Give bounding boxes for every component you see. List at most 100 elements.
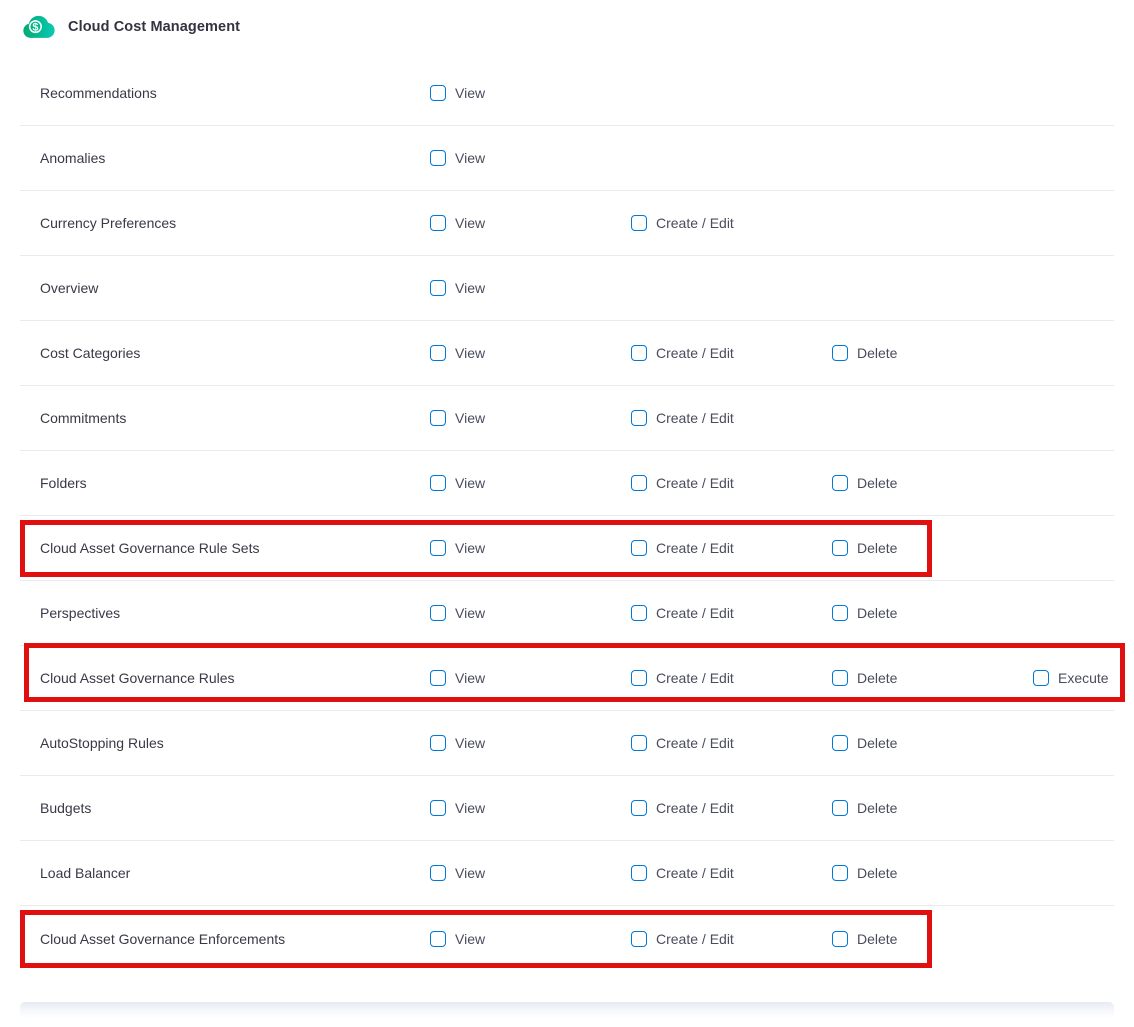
permission-cell: View: [430, 931, 631, 947]
execute-checkbox[interactable]: [1033, 670, 1049, 686]
permission-cell: Create / Edit: [631, 735, 832, 751]
permission-label: View: [455, 85, 485, 101]
permission-label: Delete: [857, 865, 897, 881]
permission-cell: View: [430, 670, 631, 686]
permission-row: Cloud Asset Governance Rules ViewCreate …: [20, 646, 1114, 711]
create-edit-checkbox[interactable]: [631, 800, 647, 816]
view-checkbox[interactable]: [430, 345, 446, 361]
create-edit-checkbox[interactable]: [631, 735, 647, 751]
permission-cell: Execute: [1033, 670, 1134, 686]
delete-checkbox[interactable]: [832, 540, 848, 556]
permission-label: Create / Edit: [656, 735, 734, 751]
resource-label-load-balancer: Load Balancer: [20, 865, 430, 881]
permission-cell: Delete: [832, 800, 1033, 816]
permission-label: Create / Edit: [656, 865, 734, 881]
permission-label: Delete: [857, 475, 897, 491]
permissions-table: Recommendations View Anomalies View Curr…: [20, 61, 1114, 971]
permission-label: Delete: [857, 605, 897, 621]
view-checkbox[interactable]: [430, 931, 446, 947]
view-checkbox[interactable]: [430, 85, 446, 101]
permission-label: Create / Edit: [656, 410, 734, 426]
permission-row: AutoStopping Rules ViewCreate / EditDele…: [20, 711, 1114, 776]
permission-label: View: [455, 931, 485, 947]
delete-checkbox[interactable]: [832, 345, 848, 361]
permission-cell: Delete: [832, 865, 1033, 881]
view-checkbox[interactable]: [430, 605, 446, 621]
page-title: Cloud Cost Management: [68, 19, 240, 35]
create-edit-checkbox[interactable]: [631, 475, 647, 491]
permission-label: Delete: [857, 345, 897, 361]
permission-label: View: [455, 735, 485, 751]
view-checkbox[interactable]: [430, 475, 446, 491]
view-checkbox[interactable]: [430, 410, 446, 426]
permission-row: Perspectives ViewCreate / EditDelete: [20, 581, 1114, 646]
permission-label: View: [455, 280, 485, 296]
resource-label-commitments: Commitments: [20, 410, 430, 426]
resource-label-folders: Folders: [20, 475, 430, 491]
view-checkbox[interactable]: [430, 865, 446, 881]
create-edit-checkbox[interactable]: [631, 865, 647, 881]
create-edit-checkbox[interactable]: [631, 410, 647, 426]
resource-label-recommendations: Recommendations: [20, 85, 430, 101]
create-edit-checkbox[interactable]: [631, 215, 647, 231]
resource-label-anomalies: Anomalies: [20, 150, 430, 166]
view-checkbox[interactable]: [430, 280, 446, 296]
permission-label: View: [455, 475, 485, 491]
permission-row: Cloud Asset Governance Enforcements View…: [20, 906, 1114, 971]
permission-cell: Create / Edit: [631, 540, 832, 556]
permission-cell: View: [430, 280, 631, 296]
permission-label: View: [455, 800, 485, 816]
permission-label: View: [455, 670, 485, 686]
delete-checkbox[interactable]: [832, 670, 848, 686]
create-edit-checkbox[interactable]: [631, 605, 647, 621]
permission-cell: View: [430, 215, 631, 231]
permission-cell: Create / Edit: [631, 865, 832, 881]
permission-row: Overview View: [20, 256, 1114, 321]
resource-label-perspectives: Perspectives: [20, 605, 430, 621]
delete-checkbox[interactable]: [832, 735, 848, 751]
view-checkbox[interactable]: [430, 670, 446, 686]
permission-label: Delete: [857, 670, 897, 686]
resource-label-cost-categories: Cost Categories: [20, 345, 430, 361]
create-edit-checkbox[interactable]: [631, 345, 647, 361]
permission-row: Cost Categories ViewCreate / EditDelete: [20, 321, 1114, 386]
permission-row: Cloud Asset Governance Rule Sets ViewCre…: [20, 516, 1114, 581]
permission-cell: View: [430, 605, 631, 621]
permission-row: Load Balancer View Create / Edit Delete: [20, 841, 1114, 906]
svg-text:$: $: [32, 21, 38, 33]
permission-row: Budgets ViewCreate / EditDelete: [20, 776, 1114, 841]
module-header: $ Cloud Cost Management: [0, 0, 1134, 61]
permission-label: View: [455, 215, 485, 231]
permission-label: Create / Edit: [656, 931, 734, 947]
view-checkbox[interactable]: [430, 800, 446, 816]
delete-checkbox[interactable]: [832, 475, 848, 491]
next-section-edge: [20, 1002, 1114, 1017]
view-checkbox[interactable]: [430, 215, 446, 231]
create-edit-checkbox[interactable]: [631, 931, 647, 947]
delete-checkbox[interactable]: [832, 605, 848, 621]
permission-cell: Create / Edit: [631, 931, 832, 947]
delete-checkbox[interactable]: [832, 800, 848, 816]
permission-cell: Create / Edit: [631, 215, 832, 231]
permission-cell: Create / Edit: [631, 475, 832, 491]
resource-label-cloud-asset-governance-rule-sets: Cloud Asset Governance Rule Sets: [20, 540, 430, 556]
permission-cell: View: [430, 85, 631, 101]
delete-checkbox[interactable]: [832, 865, 848, 881]
resource-label-cloud-asset-governance-rules: Cloud Asset Governance Rules: [20, 670, 430, 686]
view-checkbox[interactable]: [430, 150, 446, 166]
create-edit-checkbox[interactable]: [631, 670, 647, 686]
permission-label: View: [455, 605, 485, 621]
permission-label: Delete: [857, 540, 897, 556]
view-checkbox[interactable]: [430, 540, 446, 556]
permission-cell: Delete: [832, 345, 1033, 361]
cloud-dollar-icon: $: [22, 12, 56, 42]
delete-checkbox[interactable]: [832, 931, 848, 947]
permission-row: Folders View Create / Edit Delete: [20, 451, 1114, 516]
permission-label: Create / Edit: [656, 475, 734, 491]
permission-label: Execute: [1058, 670, 1109, 686]
view-checkbox[interactable]: [430, 735, 446, 751]
permission-label: View: [455, 865, 485, 881]
permission-row: Commitments ViewCreate / Edit: [20, 386, 1114, 451]
create-edit-checkbox[interactable]: [631, 540, 647, 556]
permission-label: View: [455, 150, 485, 166]
